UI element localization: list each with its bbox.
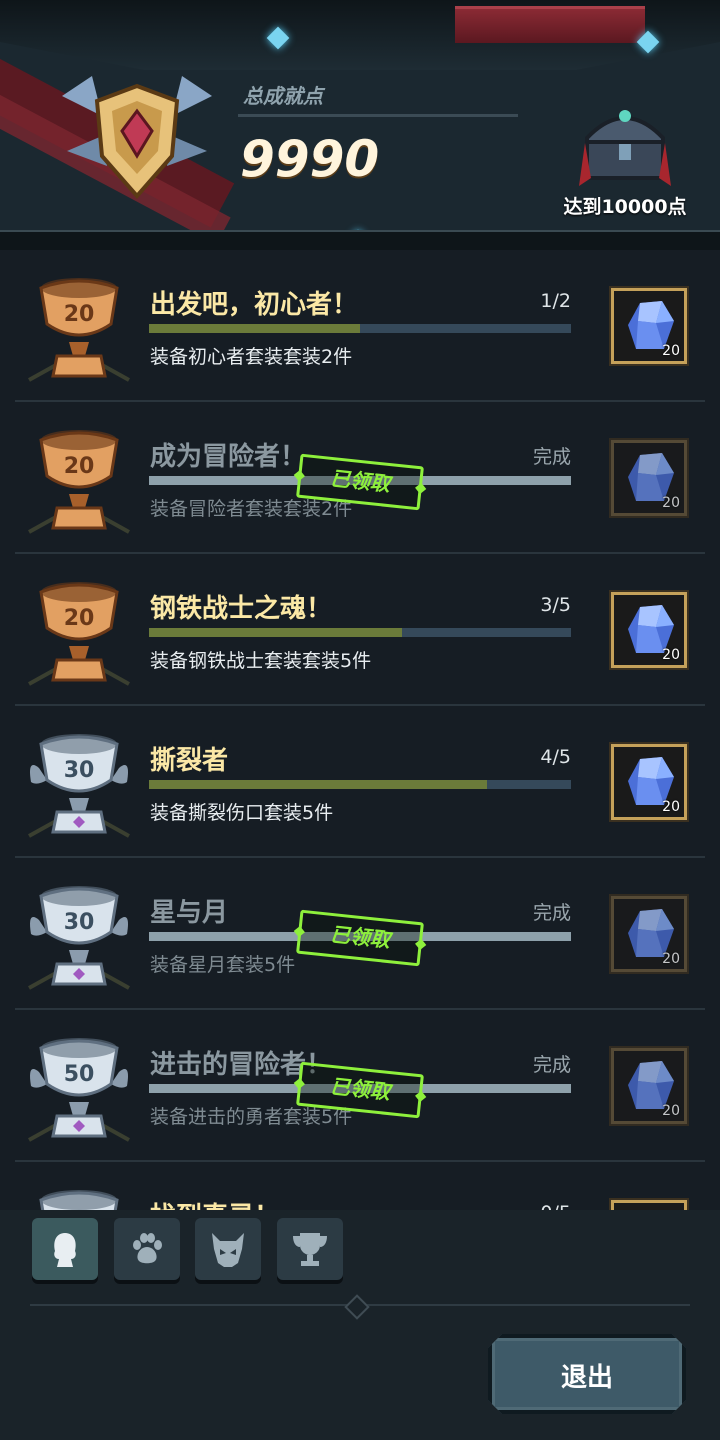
cup-points: 20 — [63, 302, 95, 327]
reward-slot[interactable]: 20 — [611, 440, 687, 516]
achievement-title: 星与月 — [150, 898, 229, 928]
reward-slot[interactable]: 20 — [611, 1048, 687, 1124]
achievement-progress-bar — [149, 324, 571, 333]
reward-count: 20 — [662, 1103, 680, 1119]
achievement-title: 钢铁战士之魂！ — [150, 594, 333, 624]
achievement-progress-text: 完成 — [532, 1054, 571, 1076]
reward-slot[interactable]: 20 — [611, 592, 687, 668]
achievement-header: 总成就点 9990 达到10000点 — [0, 0, 720, 250]
trophy-cup-icon: 50 — [25, 1032, 133, 1147]
reward-count: 20 — [662, 951, 680, 967]
achievement-row[interactable]: 找到真灵！ 0/5 — [15, 1162, 705, 1210]
cup-points: 20 — [63, 454, 95, 479]
cup-points: 20 — [63, 606, 95, 631]
achievement-description: 装备初心者套装套装2件 — [150, 346, 353, 368]
trophy-icon — [293, 1233, 327, 1266]
rank-emblem-icon — [62, 76, 212, 200]
achievement-progress-bar — [149, 628, 571, 637]
exit-button[interactable]: 退出 — [488, 1334, 686, 1414]
achievement-title: 撕裂者 — [150, 746, 229, 776]
character-icon — [54, 1233, 76, 1267]
reward-count: 20 — [662, 647, 680, 663]
achievement-row[interactable]: 20 钢铁战士之魂！ 3/5 装备钢铁战士套装套装5件 20 — [15, 554, 705, 706]
claimed-stamp: 已领取 — [296, 909, 424, 967]
reward-count: 20 — [662, 495, 680, 511]
tab-trophies[interactable] — [277, 1218, 343, 1280]
trophy-cup-icon: 30 — [25, 728, 133, 843]
achievement-row[interactable]: 20 成为冒险者！ 完成 装备冒险者套装套装2件 20 已领取 — [15, 402, 705, 554]
achievement-row[interactable]: 20 出发吧，初心者！ 1/2 装备初心者套装套装2件 20 — [15, 250, 705, 402]
achievement-description: 装备星月套装5件 — [150, 954, 296, 976]
header-bottom-frame — [0, 230, 720, 250]
chest-goal-label: 达到10000点 — [563, 196, 687, 218]
achievement-title: 找到真灵！ — [150, 1196, 280, 1210]
achievement-title: 出发吧，初心者！ — [150, 290, 359, 320]
reward-count: 20 — [662, 343, 680, 359]
achievement-progress-text: 完成 — [532, 446, 571, 468]
achievement-progress-bar — [149, 780, 571, 789]
achievement-list[interactable]: 20 出发吧，初心者！ 1/2 装备初心者套装套装2件 20 20 成为冒险者！ 完成 装备冒险… — [0, 250, 720, 1210]
progress-bar-fill — [149, 628, 403, 637]
reward-slot[interactable] — [611, 1200, 687, 1210]
achievement-title: 成为冒险者！ — [150, 442, 307, 472]
progress-bar-fill — [149, 324, 360, 333]
footer-panel: 退出 — [0, 1210, 720, 1440]
achievement-progress-text: 1/2 — [540, 290, 571, 312]
monster-icon — [212, 1233, 244, 1267]
achievement-row[interactable]: 50 进击的冒险者！ 完成 装备进击的勇者套装5件 20 已领取 — [15, 1010, 705, 1162]
paw-icon — [133, 1233, 162, 1264]
achievement-row[interactable]: 30 星与月 完成装备星月套装5件 20 已领取 — [15, 858, 705, 1010]
trophy-cup-icon: 20 — [25, 272, 133, 387]
reward-slot[interactable]: 20 — [611, 288, 687, 364]
achievement-progress-text: 4/5 — [540, 746, 571, 768]
trophy-cup-icon: 30 — [25, 880, 133, 995]
reward-slot[interactable]: 20 — [611, 744, 687, 820]
footer-divider-ornament — [344, 1294, 370, 1320]
tab-pets[interactable] — [114, 1218, 180, 1280]
achievement-row[interactable]: 30 撕裂者 4/5 装备撕裂伤口套装5件 20 — [15, 706, 705, 858]
tab-monsters[interactable] — [195, 1218, 261, 1280]
title-underline — [238, 114, 518, 117]
achievement-progress-text: 完成 — [532, 902, 571, 924]
cup-points: 30 — [63, 910, 95, 935]
treasure-chest-icon[interactable] — [575, 98, 675, 193]
trophy-cup-icon: 20 — [25, 424, 133, 539]
cup-points: 30 — [63, 758, 95, 783]
total-points-value: 9990 — [240, 130, 380, 188]
achievement-description: 装备钢铁战士套装套装5件 — [150, 650, 372, 672]
achievement-description: 装备撕裂伤口套装5件 — [150, 802, 334, 824]
progress-bar-fill — [149, 780, 487, 789]
header-top-ribbon — [455, 6, 645, 43]
tab-character[interactable] — [32, 1218, 98, 1280]
trophy-cup-icon — [25, 1184, 133, 1210]
reward-count: 20 — [662, 799, 680, 815]
trophy-cup-icon: 20 — [25, 576, 133, 691]
reward-slot[interactable]: 20 — [611, 896, 687, 972]
achievement-progress-text: 0/5 — [505, 1202, 571, 1210]
total-points-label: 总成就点 — [243, 84, 323, 108]
cup-points: 50 — [63, 1062, 95, 1087]
achievement-progress-text: 3/5 — [540, 594, 571, 616]
